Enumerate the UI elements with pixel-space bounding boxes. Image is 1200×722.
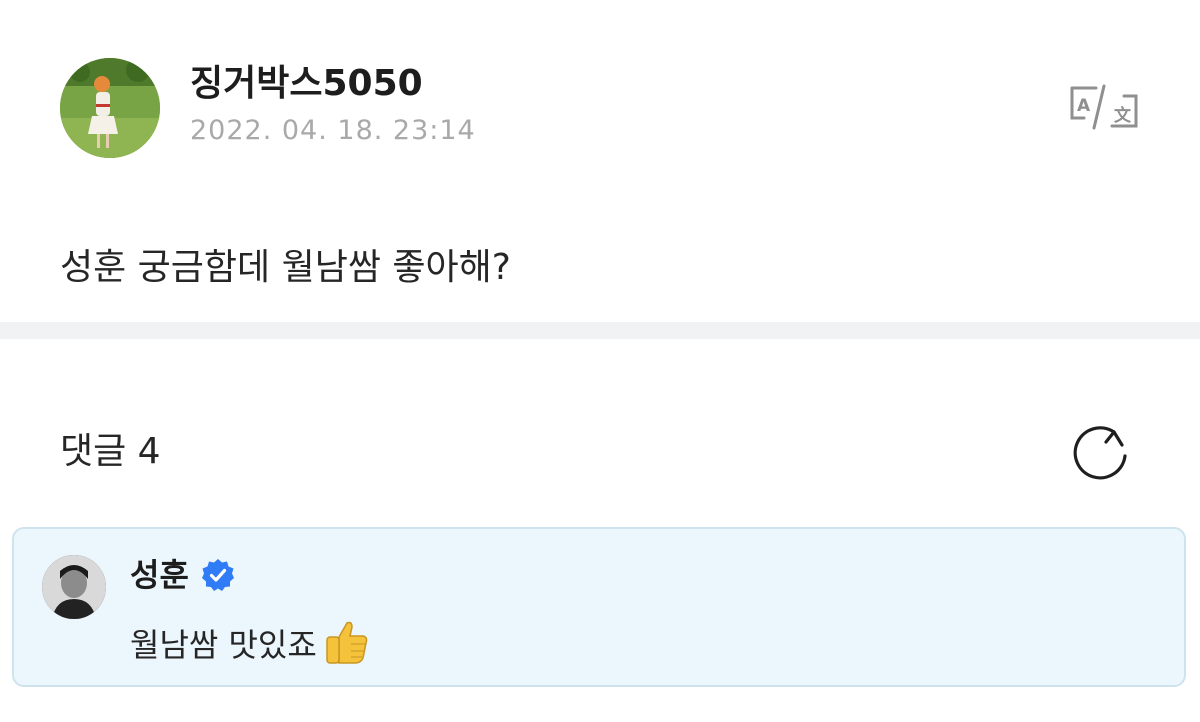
verified-badge-icon xyxy=(201,559,234,591)
svg-text:文: 文 xyxy=(1114,105,1132,126)
post-page: 징거박스5050 2022. 04. 18. 23:14 A 文 성훈 궁금함데… xyxy=(0,0,1200,722)
comments-count-title: 댓글 4 xyxy=(60,431,161,472)
comment-author[interactable]: 성훈 xyxy=(130,555,235,595)
refresh-icon xyxy=(1073,426,1127,480)
refresh-comments-button[interactable] xyxy=(1070,422,1132,482)
translate-button[interactable]: A 文 xyxy=(1068,82,1140,132)
svg-text:A: A xyxy=(1077,96,1091,116)
post-header: 징거박스5050 2022. 04. 18. 23:14 A 文 xyxy=(60,58,1160,160)
author-name[interactable]: 징거박스5050 xyxy=(190,62,423,106)
translate-icon: A 文 xyxy=(1070,84,1138,130)
comment-author-name: 성훈 xyxy=(130,556,189,594)
author-avatar-image xyxy=(60,58,160,158)
comment-text: 월남쌈 맛있죠 xyxy=(130,621,371,667)
post-body-text: 성훈 궁금함데 월남쌈 좋아해? xyxy=(60,247,511,288)
comment-author-avatar-image xyxy=(42,555,106,619)
author-avatar[interactable] xyxy=(60,58,160,158)
thumbs-up-icon xyxy=(326,621,368,664)
highlighted-comment[interactable]: 성훈 월남쌈 맛있죠 xyxy=(12,527,1186,687)
post-date: 2022. 04. 18. 23:14 xyxy=(190,115,476,146)
comment-text-content: 월남쌈 맛있죠 xyxy=(130,626,317,664)
comment-author-avatar[interactable] xyxy=(42,555,106,619)
section-divider xyxy=(0,322,1200,339)
